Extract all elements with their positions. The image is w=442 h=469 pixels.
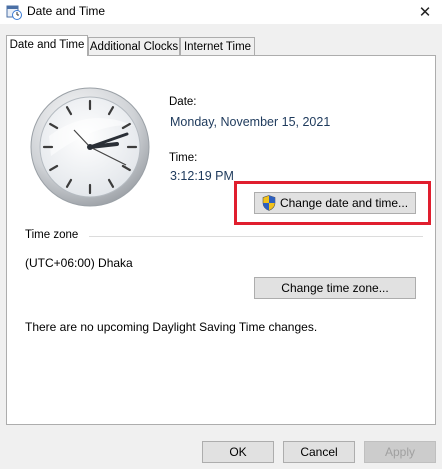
change-time-zone-button[interactable]: Change time zone... [254,277,416,299]
change-date-time-label: Change date and time... [279,196,409,210]
date-value: Monday, November 15, 2021 [170,115,331,129]
time-zone-group-label: Time zone [25,229,79,241]
date-label: Date: [169,96,197,108]
dst-note: There are no upcoming Daylight Saving Ti… [25,320,318,334]
time-value: 3:12:19 PM [170,169,234,183]
apply-button[interactable]: Apply [364,441,436,463]
time-zone-value: (UTC+06:00) Dhaka [25,256,133,270]
uac-shield-icon [262,195,276,211]
tab-additional-clocks[interactable]: Additional Clocks [88,37,180,55]
close-icon: ✕ [418,4,432,21]
change-date-time-button[interactable]: Change date and time... [254,192,416,214]
tab-date-and-time[interactable]: Date and Time [6,35,88,56]
close-button[interactable]: ✕ [408,0,442,24]
calendar-clock-icon [6,5,22,20]
analog-clock-icon [30,87,150,207]
group-divider [89,236,423,237]
time-label: Time: [169,152,198,164]
tab-panel: Date: Monday, November 15, 2021 Time: 3:… [6,55,436,425]
ok-button[interactable]: OK [202,441,274,463]
title-bar: Date and Time ✕ [0,0,442,24]
tab-bar: Date and Time Additional Clocks Internet… [6,35,436,56]
window-title: Date and Time [27,4,106,18]
cancel-button[interactable]: Cancel [283,441,355,463]
tab-internet-time[interactable]: Internet Time [180,37,255,55]
